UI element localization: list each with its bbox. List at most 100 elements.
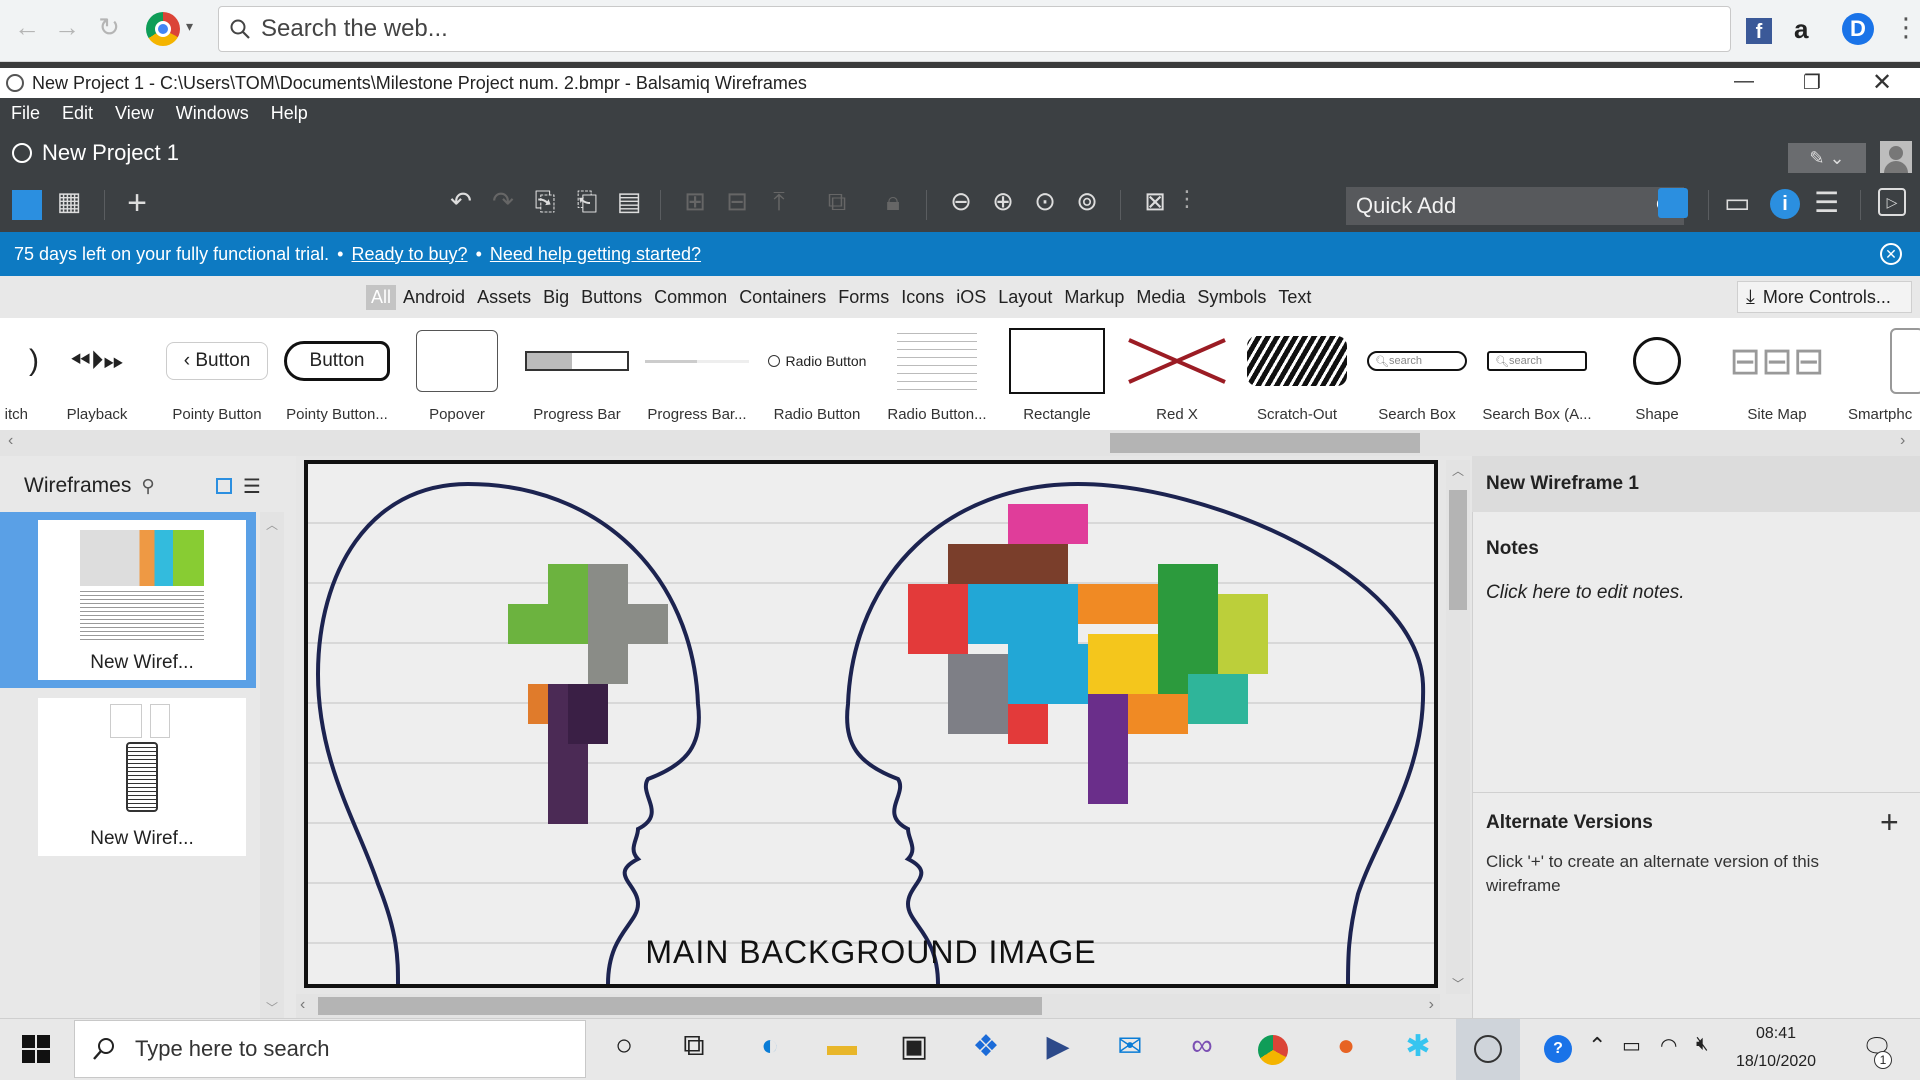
- library-item-site-map[interactable]: ⊟⊟⊟ Site Map: [1718, 318, 1836, 430]
- scrollbar-thumb[interactable]: [318, 997, 1042, 1015]
- library-item-popover[interactable]: Popover: [398, 318, 516, 430]
- paste-icon[interactable]: ⎗: [566, 186, 608, 218]
- library-item-scratch-out[interactable]: Scratch-Out: [1238, 318, 1356, 430]
- canvas-horizontal-scrollbar[interactable]: ‹ ›: [296, 994, 1440, 1018]
- chevron-right-icon[interactable]: ›: [1429, 996, 1434, 1014]
- close-banner-icon[interactable]: ✕: [1880, 243, 1902, 265]
- chevron-up-icon[interactable]: ︿: [266, 516, 278, 533]
- library-item-playback[interactable]: ⏪︎⏵︎⏩︎ Playback: [38, 318, 156, 430]
- wireframes-scrollbar[interactable]: ︿ ﹀: [260, 512, 284, 1018]
- lock-icon[interactable]: 🔒︎: [872, 186, 914, 218]
- group-icon[interactable]: ⊞: [674, 186, 716, 217]
- library-item-red-x[interactable]: Red X: [1118, 318, 1236, 430]
- library-item-progress-bar[interactable]: Progress Bar: [518, 318, 636, 430]
- filter-media[interactable]: Media: [1131, 285, 1190, 310]
- ungroup-icon[interactable]: ⊟: [716, 186, 758, 217]
- chrome-icon[interactable]: [1258, 1035, 1288, 1065]
- cortana-icon[interactable]: ○: [594, 1029, 654, 1063]
- main-background-image[interactable]: MAIN BACKGROUND IMAGE: [304, 460, 1438, 988]
- filter-android[interactable]: Android: [398, 285, 470, 310]
- library-item-radio-button-group[interactable]: Radio Button...: [878, 318, 996, 430]
- filter-forms[interactable]: Forms: [833, 285, 894, 310]
- quick-add-input[interactable]: [1356, 193, 1636, 219]
- scrollbar-thumb[interactable]: [1449, 490, 1467, 610]
- library-item-pointy-button-2[interactable]: Button Pointy Button...: [278, 318, 396, 430]
- clock-date[interactable]: 18/10/2020: [1736, 1053, 1816, 1071]
- wireframe-thumbnail[interactable]: New Wiref...: [38, 698, 246, 856]
- actual-size-icon[interactable]: ⊙: [1024, 186, 1066, 217]
- mail-icon[interactable]: ✉: [1100, 1029, 1160, 1064]
- menu-view[interactable]: View: [115, 103, 154, 124]
- grid-view-icon[interactable]: ▦: [48, 186, 90, 217]
- volume-muted-icon[interactable]: 🔇︎: [1696, 1033, 1709, 1056]
- restore-icon[interactable]: ❐: [1782, 70, 1842, 95]
- filter-buttons[interactable]: Buttons: [576, 285, 647, 310]
- comment-icon[interactable]: ▭: [1724, 186, 1750, 219]
- chevron-up-icon[interactable]: ⌃: [1588, 1033, 1606, 1059]
- visual-studio-icon[interactable]: ∞: [1172, 1029, 1232, 1063]
- filter-text[interactable]: Text: [1273, 285, 1316, 310]
- minimize-icon[interactable]: —: [1714, 70, 1774, 93]
- filter-ios[interactable]: iOS: [951, 285, 991, 310]
- library-item-smartphone[interactable]: Smartphc: [1838, 318, 1920, 430]
- avatar[interactable]: [1880, 141, 1912, 173]
- more-toolbar-icon[interactable]: ⋮: [1176, 186, 1198, 212]
- scrollbar-thumb[interactable]: [1110, 433, 1420, 453]
- menu-windows[interactable]: Windows: [176, 103, 249, 124]
- menu-edit[interactable]: Edit: [62, 103, 93, 124]
- amazon-icon[interactable]: a: [1794, 14, 1808, 45]
- edit-mode-button[interactable]: ✎ ⌄: [1788, 143, 1866, 173]
- d-extension-icon[interactable]: D: [1842, 13, 1874, 45]
- taskbar-search-box[interactable]: Type here to search: [74, 1020, 586, 1078]
- menu-help[interactable]: Help: [271, 103, 308, 124]
- wireframe-thumbnail[interactable]: New Wiref...: [38, 520, 246, 680]
- notes-placeholder[interactable]: Click here to edit notes.: [1486, 582, 1685, 604]
- add-icon[interactable]: +: [116, 184, 158, 223]
- library-item-rectangle[interactable]: Rectangle: [998, 318, 1116, 430]
- ready-to-buy-link[interactable]: Ready to buy?: [351, 244, 467, 265]
- zoom-fit-icon[interactable]: ⊚: [1066, 186, 1108, 217]
- undo-icon[interactable]: ↶: [440, 186, 482, 217]
- redo-icon[interactable]: ↷: [482, 186, 524, 217]
- help-tray-icon[interactable]: ?: [1544, 1035, 1572, 1063]
- chevron-down-icon[interactable]: ﹀: [266, 999, 278, 1016]
- chevron-down-icon[interactable]: ▾: [186, 18, 193, 35]
- library-item-search-box-a[interactable]: 🔍︎ search Search Box (A...: [1478, 318, 1596, 430]
- filter-symbols[interactable]: Symbols: [1192, 285, 1271, 310]
- chevron-up-icon[interactable]: ︿: [1452, 462, 1464, 479]
- file-explorer-icon[interactable]: ▬: [812, 1029, 872, 1063]
- firefox-icon[interactable]: ●: [1316, 1029, 1376, 1063]
- list-view-icon[interactable]: ☰: [243, 474, 261, 499]
- branch-icon[interactable]: ⚲: [141, 476, 154, 497]
- back-arrow-icon[interactable]: ←: [12, 12, 42, 43]
- zoom-in-icon[interactable]: ⊕: [982, 186, 1024, 217]
- single-view-icon[interactable]: [12, 190, 42, 220]
- send-back-icon[interactable]: ⧉: [816, 186, 858, 218]
- forward-arrow-icon[interactable]: →: [52, 12, 82, 43]
- library-item-shape[interactable]: Shape: [1598, 318, 1716, 430]
- wifi-icon[interactable]: ◠: [1660, 1033, 1677, 1058]
- filter-assets[interactable]: Assets: [472, 285, 536, 310]
- chevron-right-icon[interactable]: ›: [1900, 432, 1905, 450]
- filter-common[interactable]: Common: [649, 285, 732, 310]
- filter-markup[interactable]: Markup: [1059, 285, 1129, 310]
- library-item-radio-button[interactable]: Radio Button Radio Button: [758, 318, 876, 430]
- thumbnail-view-icon[interactable]: [216, 478, 232, 494]
- copy-icon[interactable]: ⎘: [524, 186, 566, 218]
- bring-front-icon[interactable]: ⤒: [758, 186, 800, 218]
- wireframe-name[interactable]: New Wireframe 1: [1486, 473, 1639, 495]
- facebook-icon[interactable]: f: [1746, 18, 1772, 44]
- task-view-icon[interactable]: ⧉: [664, 1029, 724, 1063]
- presentation-icon[interactable]: ▷: [1878, 188, 1906, 216]
- chrome-icon[interactable]: [146, 12, 180, 46]
- library-item-search-box[interactable]: 🔍︎ search Search Box: [1358, 318, 1476, 430]
- battery-icon[interactable]: ▭: [1622, 1033, 1641, 1058]
- filter-icons[interactable]: Icons: [896, 285, 949, 310]
- canvas-vertical-scrollbar[interactable]: ︿ ﹀: [1446, 460, 1470, 994]
- slack-icon[interactable]: ✱: [1388, 1029, 1448, 1064]
- zoom-out-icon[interactable]: ⊖: [940, 186, 982, 217]
- chevron-left-icon[interactable]: ‹: [300, 996, 305, 1014]
- library-item-pointy-button[interactable]: ‹ Button Pointy Button: [158, 318, 276, 430]
- browser-menu-icon[interactable]: ⋮: [1893, 12, 1919, 43]
- filter-layout[interactable]: Layout: [993, 285, 1057, 310]
